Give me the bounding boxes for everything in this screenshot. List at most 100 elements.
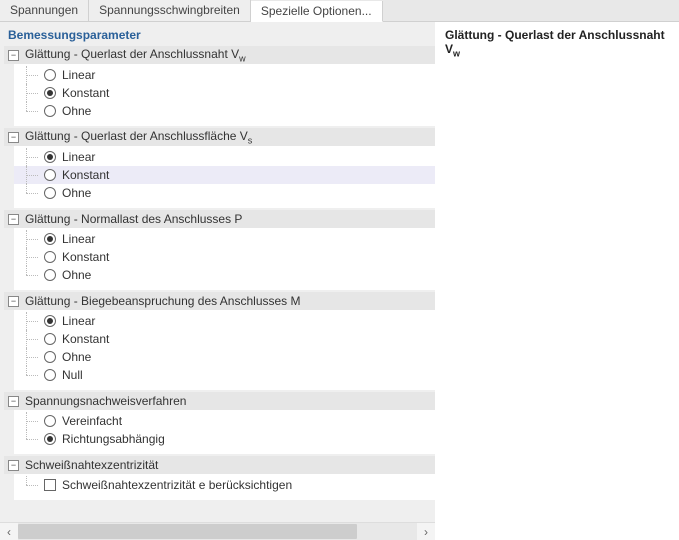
group-title: Schweißnahtexzentrizität [25, 458, 158, 472]
tab-bar: Spannungen Spannungsschwingbreiten Spezi… [0, 0, 679, 22]
collapse-icon[interactable]: − [8, 460, 19, 471]
option-row[interactable]: Linear [14, 312, 435, 330]
option-list: Linear Konstant Ohne [14, 64, 435, 126]
left-panel: Bemessungsparameter −Glättung - Querlast… [0, 22, 435, 540]
tab-spezielle-optionen[interactable]: Spezielle Optionen... [251, 1, 383, 22]
collapse-icon[interactable]: − [8, 214, 19, 225]
tree-line [22, 66, 40, 84]
radio-button[interactable] [44, 433, 56, 445]
option-list: Schweißnahtexzentrizität e berücksichtig… [14, 474, 435, 500]
radio-button[interactable] [44, 415, 56, 427]
radio-button[interactable] [44, 187, 56, 199]
scroll-track[interactable] [18, 523, 417, 540]
parameter-group: −SchweißnahtexzentrizitätSchweißnahtexze… [4, 456, 435, 500]
radio-button[interactable] [44, 315, 56, 327]
tree-line [22, 366, 40, 384]
option-label: Linear [62, 68, 95, 82]
option-label: Linear [62, 232, 95, 246]
checkbox[interactable] [44, 479, 56, 491]
option-row[interactable]: Konstant [14, 330, 435, 348]
option-list: Linear Konstant OhneNull [14, 310, 435, 390]
option-label: Linear [62, 150, 95, 164]
radio-button[interactable] [44, 251, 56, 263]
radio-button[interactable] [44, 351, 56, 363]
panel-header: Bemessungsparameter [0, 22, 435, 46]
option-row[interactable]: Konstant [14, 84, 435, 102]
option-row[interactable]: Ohne [14, 102, 435, 120]
option-row[interactable]: Linear [14, 66, 435, 84]
tree-line [22, 330, 40, 348]
group-title: Spannungsnachweisverfahren [25, 394, 186, 408]
group-header[interactable]: −Glättung - Normallast des Anschlusses P [4, 210, 435, 228]
group-title: Glättung - Querlast der Anschlussnaht Vw [25, 47, 246, 63]
tree-line [22, 184, 40, 202]
option-label: Ohne [62, 186, 91, 200]
group-header[interactable]: −Glättung - Querlast der Anschlussfläche… [4, 128, 435, 146]
option-row[interactable]: Konstant [14, 166, 435, 184]
group-header[interactable]: −Spannungsnachweisverfahren [4, 392, 435, 410]
tree-line [22, 476, 40, 494]
option-label: Richtungsabhängig [62, 432, 165, 446]
main-area: Bemessungsparameter −Glättung - Querlast… [0, 22, 679, 540]
radio-button[interactable] [44, 233, 56, 245]
option-row[interactable]: Null [14, 366, 435, 384]
collapse-icon[interactable]: − [8, 296, 19, 307]
option-label: Vereinfacht [62, 414, 122, 428]
tree-line [22, 166, 40, 184]
radio-button[interactable] [44, 369, 56, 381]
radio-button[interactable] [44, 105, 56, 117]
scroll-right-button[interactable]: › [417, 523, 435, 540]
right-panel-title: Glättung - Querlast der Anschlussnaht Vw [445, 28, 669, 58]
collapse-icon[interactable]: − [8, 132, 19, 143]
tree-line [22, 348, 40, 366]
parameter-tree: −Glättung - Querlast der Anschlussnaht V… [0, 46, 435, 522]
collapse-icon[interactable]: − [8, 50, 19, 61]
option-label: Ohne [62, 268, 91, 282]
option-row[interactable]: Richtungsabhängig [14, 430, 435, 448]
option-label: Konstant [62, 250, 109, 264]
horizontal-scrollbar[interactable]: ‹ › [0, 522, 435, 540]
scroll-left-button[interactable]: ‹ [0, 523, 18, 540]
option-row[interactable]: Ohne [14, 184, 435, 202]
tree-line [22, 84, 40, 102]
tab-spannungen[interactable]: Spannungen [0, 0, 89, 21]
option-label: Ohne [62, 104, 91, 118]
parameter-group: −Glättung - Normallast des Anschlusses P… [4, 210, 435, 290]
radio-button[interactable] [44, 269, 56, 281]
parameter-group: −Spannungsnachweisverfahren Vereinfacht Ri… [4, 392, 435, 454]
option-list: Linear Konstant Ohne [14, 146, 435, 208]
tree-line [22, 266, 40, 284]
tree-line [22, 248, 40, 266]
option-row[interactable]: Ohne [14, 348, 435, 366]
option-label: Konstant [62, 332, 109, 346]
tab-spannungsschwingbreiten[interactable]: Spannungsschwingbreiten [89, 0, 251, 21]
option-row[interactable]: Schweißnahtexzentrizität e berücksichtig… [14, 476, 435, 494]
group-title: Glättung - Biegebeanspruchung des Anschl… [25, 294, 301, 308]
tree-line [22, 412, 40, 430]
option-label: Linear [62, 314, 95, 328]
option-label: Konstant [62, 86, 109, 100]
tree-line [22, 430, 40, 448]
collapse-icon[interactable]: − [8, 396, 19, 407]
tree-line [22, 102, 40, 120]
parameter-group: −Glättung - Querlast der Anschlussfläche… [4, 128, 435, 208]
radio-button[interactable] [44, 151, 56, 163]
radio-button[interactable] [44, 69, 56, 81]
radio-button[interactable] [44, 169, 56, 181]
group-header[interactable]: −Schweißnahtexzentrizität [4, 456, 435, 474]
group-header[interactable]: −Glättung - Querlast der Anschlussnaht V… [4, 46, 435, 64]
option-row[interactable]: Linear [14, 148, 435, 166]
group-header[interactable]: −Glättung - Biegebeanspruchung des Ansch… [4, 292, 435, 310]
scroll-thumb[interactable] [18, 524, 357, 539]
option-label: Schweißnahtexzentrizität e berücksichtig… [62, 478, 292, 492]
option-list: Vereinfacht Richtungsabhängig [14, 410, 435, 454]
option-row[interactable]: Linear [14, 230, 435, 248]
tree-line [22, 312, 40, 330]
tree-line [22, 230, 40, 248]
option-row[interactable]: Konstant [14, 248, 435, 266]
group-title: Glättung - Normallast des Anschlusses P [25, 212, 242, 226]
radio-button[interactable] [44, 87, 56, 99]
radio-button[interactable] [44, 333, 56, 345]
option-row[interactable]: Ohne [14, 266, 435, 284]
option-row[interactable]: Vereinfacht [14, 412, 435, 430]
